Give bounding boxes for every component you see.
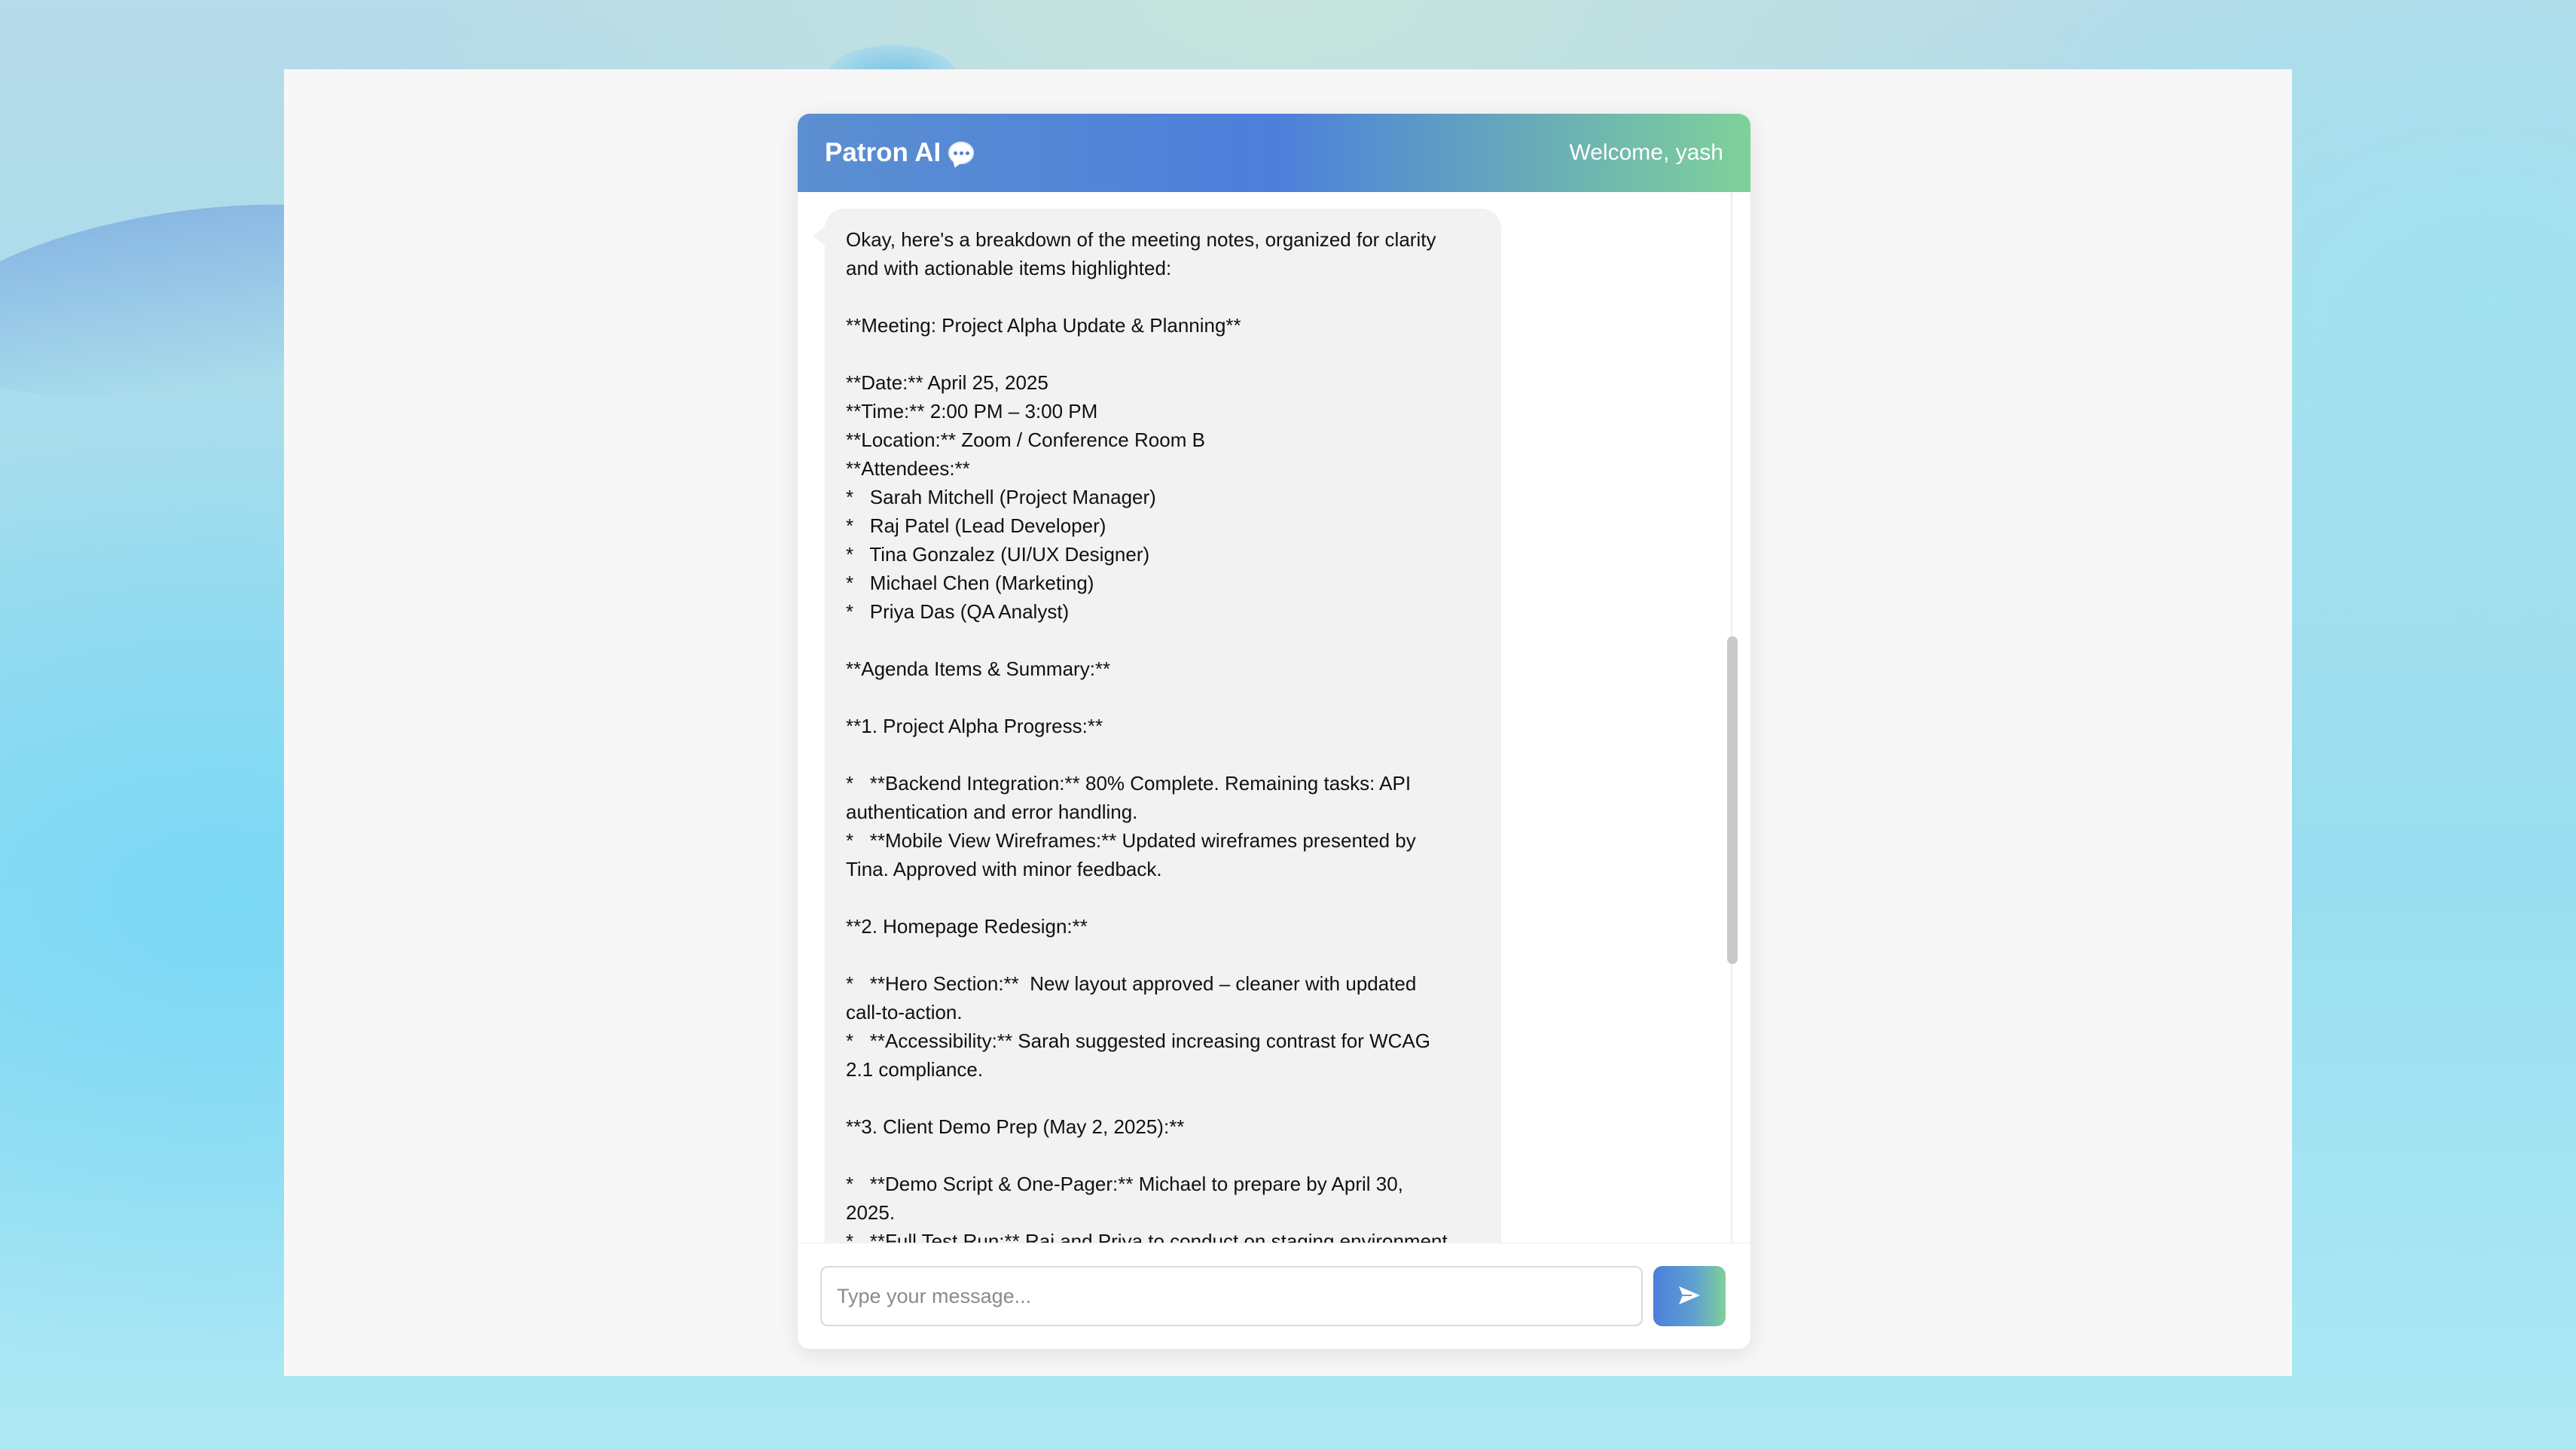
message-line: **Date:** April 25, 2025 xyxy=(846,371,1048,394)
message-line: **Time:** 2:00 PM – 3:00 PM xyxy=(846,400,1098,422)
message-line: **Location:** Zoom / Conference Room B xyxy=(846,429,1205,451)
message-line: **Agenda Items & Summary:** xyxy=(846,657,1111,680)
message-list[interactable]: Okay, here's a breakdown of the meeting … xyxy=(798,192,1750,1349)
welcome-text: Welcome, yash xyxy=(1569,140,1723,165)
message-line: 2.1 compliance. xyxy=(846,1058,984,1081)
message-line: Tina. Approved with minor feedback. xyxy=(846,858,1162,880)
message-line: * Priya Das (QA Analyst) xyxy=(846,600,1070,623)
message-line: * **Demo Script & One-Pager:** Michael t… xyxy=(846,1173,1403,1195)
chat-window: Patron AI Welcome, yash Okay, here's a b… xyxy=(798,114,1750,1349)
send-button[interactable] xyxy=(1653,1266,1726,1326)
message-line: **1. Project Alpha Progress:** xyxy=(846,715,1103,737)
brand: Patron AI xyxy=(825,138,975,168)
message-line: **Meeting: Project Alpha Update & Planni… xyxy=(846,314,1241,337)
composer xyxy=(798,1243,1750,1349)
message-line xyxy=(846,340,1480,368)
message-line: * Raj Patel (Lead Developer) xyxy=(846,514,1106,537)
message-line: authentication and error handling. xyxy=(846,801,1138,823)
message-line xyxy=(846,282,1480,311)
message-line: 2025. xyxy=(846,1201,896,1224)
message-line: **3. Client Demo Prep (May 2, 2025):** xyxy=(846,1115,1185,1138)
app-title: Patron AI xyxy=(825,138,942,167)
message-line: **2. Homepage Redesign:** xyxy=(846,915,1088,938)
message-line: * **Hero Section:** New layout approved … xyxy=(846,972,1417,995)
message-line: * **Backend Integration:** 80% Complete.… xyxy=(846,772,1412,795)
speech-bubble-icon xyxy=(948,142,975,164)
assistant-message-bubble: Okay, here's a breakdown of the meeting … xyxy=(813,209,1501,1349)
message-line xyxy=(846,683,1480,712)
message-line: * **Accessibility:** Sarah suggested inc… xyxy=(846,1030,1431,1052)
scrollbar-thumb[interactable] xyxy=(1727,636,1738,964)
message-line xyxy=(846,740,1480,769)
message-line: * Sarah Mitchell (Project Manager) xyxy=(846,486,1156,508)
browser-page: Patron AI Welcome, yash Okay, here's a b… xyxy=(284,69,2292,1376)
message-line: * Tina Gonzalez (UI/UX Designer) xyxy=(846,543,1150,566)
message-line: Okay, here's a breakdown of the meeting … xyxy=(846,228,1436,251)
message-line: * **Mobile View Wireframes:** Updated wi… xyxy=(846,829,1416,852)
chat-header: Patron AI Welcome, yash xyxy=(798,114,1750,192)
message-input[interactable] xyxy=(820,1266,1643,1326)
message-line xyxy=(846,626,1480,654)
message-line: * Michael Chen (Marketing) xyxy=(846,572,1094,594)
message-line xyxy=(846,1141,1480,1170)
message-line: **Attendees:** xyxy=(846,457,970,480)
paper-plane-icon xyxy=(1677,1284,1702,1309)
message-line: call-to-action. xyxy=(846,1001,963,1023)
message-line xyxy=(846,941,1480,969)
message-line xyxy=(846,1084,1480,1112)
message-line xyxy=(846,883,1480,912)
message-line: and with actionable items highlighted: xyxy=(846,257,1172,279)
